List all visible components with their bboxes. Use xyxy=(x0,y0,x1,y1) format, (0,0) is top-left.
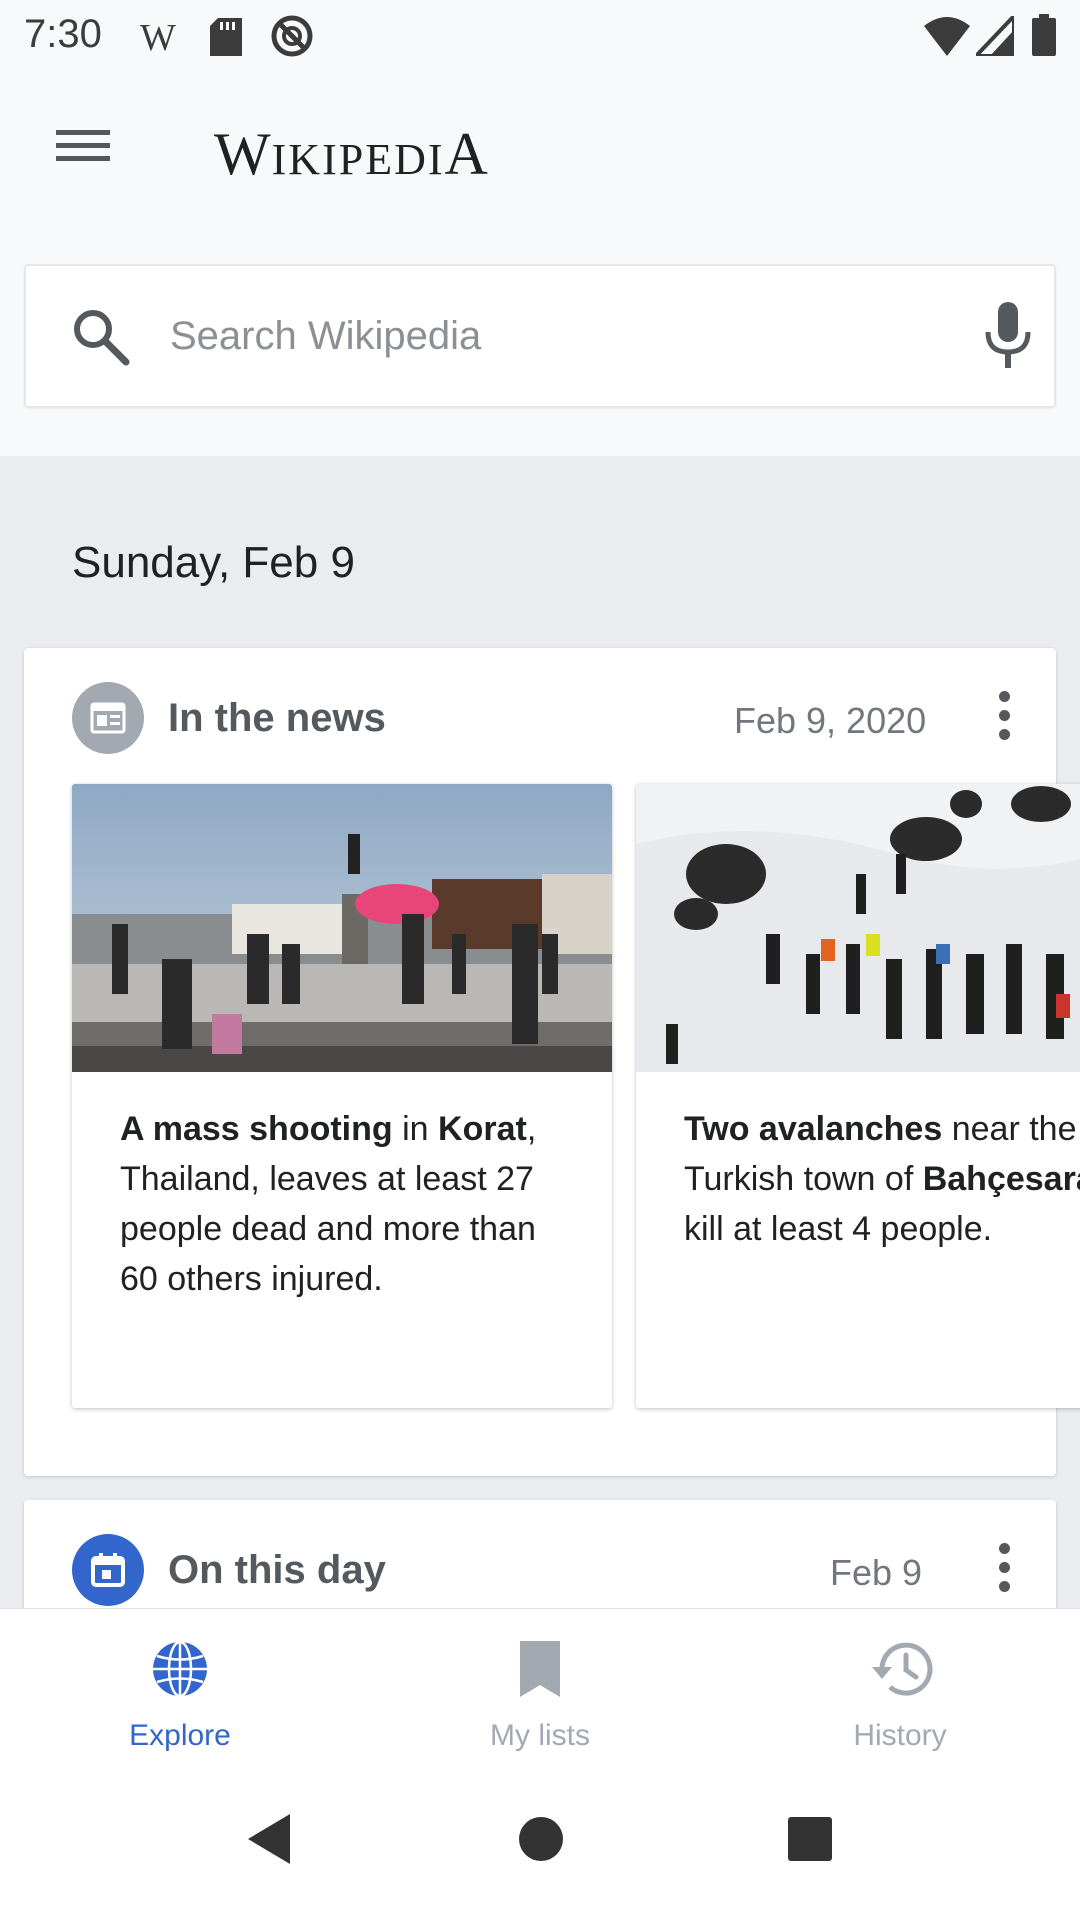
more-options-icon[interactable] xyxy=(984,1538,1024,1602)
mass-shooting-photo xyxy=(72,784,612,1072)
system-navigation-bar xyxy=(0,1776,1080,1920)
globe-icon xyxy=(153,1640,207,1698)
wikipedia-logo: WIKIPEDIA xyxy=(214,120,489,189)
card-title: In the news xyxy=(168,696,386,740)
app-bar: WIKIPEDIA xyxy=(0,72,1080,242)
calendar-icon xyxy=(72,1534,144,1606)
bottom-navigation: Explore My lists History xyxy=(0,1608,1080,1776)
cell-signal-icon xyxy=(971,10,1016,61)
microphone-icon[interactable] xyxy=(976,300,1040,372)
search-icon xyxy=(68,304,132,368)
news-item-shooting[interactable]: A mass shooting in Korat, Thailand, leav… xyxy=(72,784,612,1408)
news-item-text: Two avalanches near the Turkish town of … xyxy=(684,1104,1080,1254)
do-not-disturb-icon xyxy=(270,14,314,63)
card-date: Feb 9 xyxy=(830,1552,923,1593)
logo-first-letter: W xyxy=(214,121,272,187)
wifi-icon xyxy=(924,16,970,61)
back-icon[interactable] xyxy=(244,1812,292,1871)
logo-last-letter: A xyxy=(444,121,489,187)
more-options-icon[interactable] xyxy=(984,686,1024,750)
nav-label: Explore xyxy=(129,1719,231,1752)
status-time: 7:30 xyxy=(24,12,102,56)
news-link-two-avalanches[interactable]: Two avalanches xyxy=(684,1110,942,1148)
wikipedia-w-glyph: W xyxy=(140,17,176,59)
status-bar: 7:30 W xyxy=(0,0,1080,72)
history-icon xyxy=(872,1642,933,1696)
nav-label: My lists xyxy=(490,1719,590,1752)
nav-my-lists[interactable]: My lists xyxy=(430,1609,650,1777)
nav-label: History xyxy=(853,1719,947,1752)
in-the-news-card[interactable]: In the news Feb 9, 2020 A mass shooting … xyxy=(24,648,1080,1476)
news-link-mass-shooting[interactable]: A mass shooting xyxy=(120,1110,393,1148)
news-text-part: in xyxy=(392,1110,439,1148)
news-link-korat[interactable]: Korat xyxy=(438,1110,527,1148)
avalanche-photo xyxy=(636,784,1080,1072)
feed-date-heading: Sunday, Feb 9 xyxy=(72,538,355,587)
home-icon[interactable] xyxy=(518,1812,564,1871)
nav-explore[interactable]: Explore xyxy=(70,1609,290,1777)
news-link-bahcesaray[interactable]: Bahçesaray xyxy=(923,1160,1080,1198)
news-text-part: kill at least 4 xyxy=(684,1210,872,1248)
sd-card-icon xyxy=(210,18,242,61)
search-bar[interactable]: Search Wikipedia xyxy=(24,264,1056,408)
news-item-text: A mass shooting in Korat, Thailand, leav… xyxy=(120,1104,580,1304)
card-title: On this day xyxy=(168,1548,386,1592)
hamburger-menu-icon[interactable] xyxy=(44,122,124,186)
battery-icon xyxy=(1032,14,1056,61)
card-date: Feb 9, 2020 xyxy=(734,700,927,741)
search-input[interactable]: Search Wikipedia xyxy=(170,314,481,359)
wikipedia-w-icon: W xyxy=(140,16,176,60)
news-icon xyxy=(72,682,144,754)
recents-icon[interactable] xyxy=(786,1812,834,1871)
explore-feed[interactable]: Sunday, Feb 9 In the news Feb 9, 2020 A … xyxy=(0,456,1080,1608)
nav-history[interactable]: History xyxy=(790,1609,1010,1777)
news-text-part: people. xyxy=(871,1210,993,1248)
on-this-day-card[interactable]: On this day Feb 9 xyxy=(24,1500,1056,1608)
bookmark-icon xyxy=(520,1641,560,1697)
logo-middle-letters: IKIPEDI xyxy=(271,135,445,184)
news-item-avalanche[interactable]: Two avalanches near the Turkish town of … xyxy=(636,784,1080,1408)
